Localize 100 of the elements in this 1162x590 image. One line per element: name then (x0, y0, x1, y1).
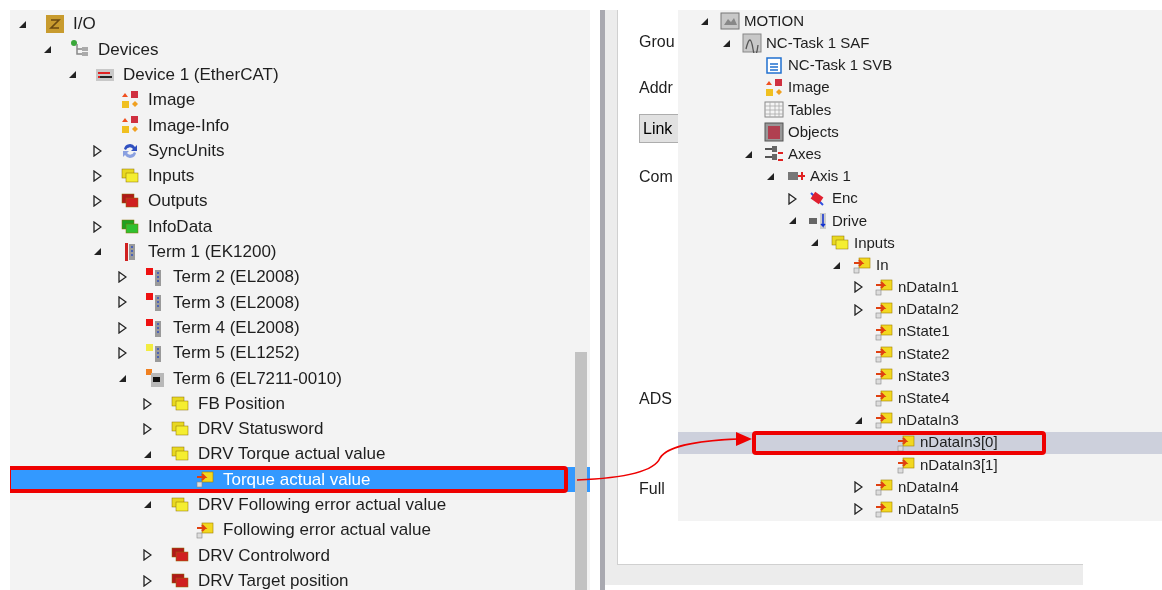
tree-row[interactable]: FB Position (10, 390, 590, 417)
tree-row[interactable]: Device 1 (EtherCAT) (10, 62, 590, 88)
collapsed-icon[interactable] (93, 169, 102, 182)
tree-row[interactable]: nDataIn1 (678, 276, 1162, 299)
expanded-icon[interactable] (766, 171, 775, 181)
tree-row[interactable]: DRV Controlword (10, 542, 590, 569)
tree-row[interactable]: Axis 1 (678, 165, 1162, 188)
tree-row[interactable]: DRV Torque actual value (10, 441, 590, 467)
tree-row[interactable]: DRV Statusword (10, 416, 590, 442)
tree-row[interactable]: nState3 (678, 365, 1162, 388)
collapsed-icon[interactable] (118, 296, 127, 309)
tree-row[interactable]: Devices (10, 36, 590, 63)
collapsed-icon[interactable] (93, 144, 102, 157)
expanded-icon[interactable] (18, 19, 27, 29)
tree-row[interactable]: Tables (678, 98, 1162, 121)
collapsed-icon[interactable] (854, 281, 863, 294)
expanded-icon[interactable] (832, 260, 841, 270)
stacked-squares-icon (120, 165, 140, 186)
tree-row[interactable]: Following error actual value (10, 517, 590, 543)
expanded-icon[interactable] (854, 415, 863, 425)
expanded-icon[interactable] (118, 373, 127, 383)
item-label: Inputs (854, 232, 895, 253)
tree-row[interactable]: Drive (678, 209, 1162, 232)
collapsed-icon[interactable] (854, 303, 863, 316)
tree-row[interactable]: nDataIn5 (678, 498, 1162, 521)
item-label: Devices (98, 38, 159, 61)
expanded-icon[interactable] (810, 238, 819, 248)
tree-row[interactable]: Term 4 (EL2008) (10, 315, 590, 341)
tree-row[interactable]: Term 2 (EL2008) (10, 264, 590, 290)
tree-row[interactable]: nDataIn2 (678, 298, 1162, 321)
tree-row[interactable]: NC-Task 1 SAF (678, 32, 1162, 55)
expanded-icon[interactable] (744, 149, 753, 159)
item-label: Term 6 (EL7211-0010) (173, 367, 342, 390)
stacked-squares-icon (170, 418, 190, 439)
collapsed-icon[interactable] (143, 549, 152, 562)
expanded-icon[interactable] (43, 44, 52, 54)
collapsed-icon[interactable] (143, 422, 152, 435)
tree-row[interactable]: InfoData (10, 213, 590, 240)
tree-row[interactable]: Inputs (10, 163, 590, 189)
tree-row[interactable]: nDataIn3 (678, 409, 1162, 432)
expanded-icon[interactable] (143, 449, 152, 459)
tree-row[interactable]: nState4 (678, 387, 1162, 410)
collapsed-icon[interactable] (93, 220, 102, 233)
tree-row[interactable]: nDataIn4 (678, 475, 1162, 499)
item-label: DRV Target position (198, 569, 349, 590)
item-label: nState3 (898, 365, 950, 386)
tree-row[interactable]: Term 3 (EL2008) (10, 289, 590, 316)
tree-row[interactable]: Enc (678, 187, 1162, 210)
item-label: Image (788, 77, 830, 98)
tree-row[interactable]: DRV Following error actual value (10, 492, 590, 518)
collapsed-icon[interactable] (118, 271, 127, 284)
collapsed-icon[interactable] (854, 503, 863, 516)
collapsed-icon[interactable] (93, 195, 102, 208)
tree-row[interactable]: DRV Target position (10, 568, 590, 590)
item-label: Term 4 (EL2008) (173, 316, 300, 339)
tree-row[interactable]: Inputs (678, 231, 1162, 255)
collapsed-icon[interactable] (118, 347, 127, 359)
tree-row[interactable]: nDataIn3[1] (678, 453, 1162, 476)
item-label: nDataIn1 (898, 277, 959, 298)
tree-row[interactable]: Objects (678, 120, 1162, 144)
property-label: Addr (639, 78, 673, 98)
tree-row[interactable]: Image (10, 87, 590, 113)
tree-row[interactable]: Term 6 (EL7211-0010) (10, 365, 590, 391)
item-label: Outputs (148, 190, 208, 213)
cabinet-icon (764, 122, 784, 143)
collapsed-icon[interactable] (854, 481, 863, 494)
item-label: Image (148, 89, 196, 112)
tree-row[interactable]: In (678, 254, 1162, 277)
expanded-icon[interactable] (700, 16, 709, 26)
linked-button[interactable]: Link (639, 114, 680, 143)
item-label: DRV Torque actual value (198, 443, 386, 466)
tree-row[interactable]: SyncUnits (10, 138, 590, 164)
tree-row[interactable]: Outputs (10, 188, 590, 214)
tree-row[interactable]: NC-Task 1 SVB (678, 54, 1162, 77)
expanded-icon[interactable] (93, 247, 102, 257)
expanded-icon[interactable] (143, 500, 152, 510)
tree-row[interactable]: nState1 (678, 320, 1162, 343)
stacked-squares-icon (170, 570, 190, 590)
collapsed-icon[interactable] (118, 321, 127, 334)
tree-row[interactable]: Term 1 (EK1200) (10, 239, 590, 265)
tree-row[interactable]: MOTION (678, 10, 1162, 33)
collapsed-icon[interactable] (143, 397, 152, 410)
tree-row[interactable]: Image-Info (10, 112, 590, 138)
task-icon (742, 33, 762, 54)
item-label: MOTION (744, 10, 804, 31)
tree-row[interactable]: Axes (678, 143, 1162, 166)
collapsed-icon[interactable] (143, 574, 152, 587)
expanded-icon[interactable] (788, 216, 797, 226)
tree-row[interactable]: nState2 (678, 342, 1162, 365)
scrollbar-thumb[interactable] (575, 352, 587, 590)
item-label: InfoData (148, 215, 213, 238)
collapsed-icon[interactable] (788, 192, 797, 205)
tree-row[interactable]: nDataIn3[0] (678, 431, 1162, 454)
tree-row[interactable]: I/O (10, 11, 590, 37)
expanded-icon[interactable] (68, 70, 77, 80)
expanded-icon[interactable] (722, 38, 731, 48)
tree-row[interactable]: Term 5 (EL1252) (10, 340, 590, 366)
drive-icon (808, 210, 828, 231)
item-label: Axis 1 (810, 166, 851, 187)
tree-row[interactable]: Image (678, 76, 1162, 99)
